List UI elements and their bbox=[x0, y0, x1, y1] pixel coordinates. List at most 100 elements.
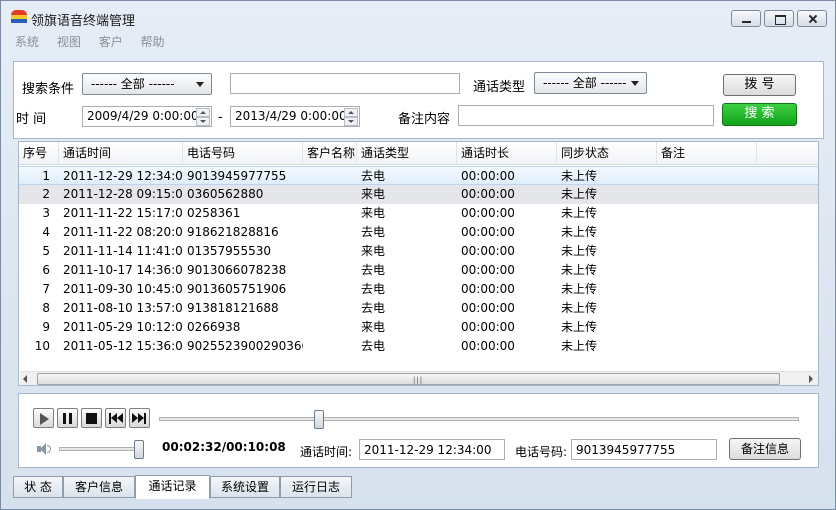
cell-phone: 0266938 bbox=[187, 320, 241, 334]
cell-index: 10 bbox=[34, 339, 50, 353]
phone-number-field[interactable] bbox=[571, 439, 717, 460]
search-keyword-input[interactable] bbox=[230, 73, 460, 94]
spin-down-icon[interactable] bbox=[344, 117, 358, 126]
cell-note bbox=[657, 318, 757, 337]
menu-customer[interactable]: 客户 bbox=[99, 33, 123, 50]
spin-down-icon[interactable] bbox=[196, 117, 210, 126]
col-header-index[interactable]: 序号 bbox=[19, 142, 59, 165]
cell-call-type: 去电 bbox=[361, 339, 386, 353]
cell-call-time: 2011-11-14 11:41:00 bbox=[63, 244, 183, 258]
cell-phone: 0258361 bbox=[187, 206, 241, 220]
cell-sync-status: 未上传 bbox=[561, 263, 598, 277]
search-condition-select[interactable]: ------ 全部 ------ bbox=[82, 73, 212, 95]
chevron-down-icon bbox=[631, 81, 639, 86]
tab-status[interactable]: 状 态 bbox=[13, 476, 63, 498]
col-header-phone[interactable]: 电话号码 bbox=[183, 142, 303, 165]
call-type-select[interactable]: ------ 全部 ------ bbox=[534, 72, 647, 94]
cell-customer bbox=[303, 167, 357, 186]
cell-call-type: 来电 bbox=[361, 206, 386, 220]
chevron-down-icon bbox=[196, 82, 204, 87]
cell-sync-status: 未上传 bbox=[561, 244, 598, 258]
call-type-label: 通话类型 bbox=[473, 80, 526, 95]
playback-progress-track[interactable] bbox=[159, 417, 799, 421]
cell-call-type: 去电 bbox=[361, 282, 386, 296]
col-header-customer[interactable]: 客户名称 bbox=[303, 142, 357, 165]
col-header-sync-status[interactable]: 同步状态 bbox=[557, 142, 657, 165]
call-type-value: ------ 全部 ------ bbox=[543, 76, 627, 90]
table-row[interactable]: 10 2011-05-12 15:36:00 9025523900290366 去电 0… bbox=[19, 337, 818, 356]
cell-note bbox=[657, 261, 757, 280]
time-to-input[interactable]: 2013/4/29 0:00:00 bbox=[230, 106, 360, 127]
cell-note bbox=[657, 167, 757, 186]
cell-call-time: 2011-09-30 10:45:00 bbox=[63, 282, 183, 296]
play-button[interactable] bbox=[33, 408, 54, 428]
spin-up-icon[interactable] bbox=[344, 108, 358, 117]
col-header-call-time[interactable]: 通话时间 bbox=[59, 142, 183, 165]
cell-duration: 00:00:00 bbox=[461, 263, 515, 277]
volume-handle[interactable] bbox=[134, 440, 144, 459]
table-row[interactable]: 4 2011-11-22 08:20:00 918621828816 去电 00:00:… bbox=[19, 223, 818, 242]
cell-call-type: 来电 bbox=[361, 320, 386, 334]
stop-button[interactable] bbox=[81, 408, 102, 428]
table-row[interactable]: 8 2011-08-10 13:57:00 913818121688 去电 00:00:… bbox=[19, 299, 818, 318]
time-from-spinner[interactable] bbox=[196, 108, 210, 126]
playback-progress-handle[interactable] bbox=[314, 410, 324, 429]
cell-sync-status: 未上传 bbox=[561, 320, 598, 334]
menu-help[interactable]: 帮助 bbox=[141, 33, 165, 50]
volume-track[interactable] bbox=[59, 447, 139, 451]
menu-system[interactable]: 系统 bbox=[15, 33, 39, 50]
note-info-button[interactable]: 备注信息 bbox=[729, 438, 801, 460]
table-row[interactable]: 1 2011-12-29 12:34:00 9013945977755 去电 00:00… bbox=[19, 166, 818, 185]
cell-duration: 00:00:00 bbox=[461, 206, 515, 220]
cell-customer bbox=[303, 185, 357, 204]
scrollbar-thumb[interactable]: ||| bbox=[37, 373, 780, 385]
table-row[interactable]: 2 2011-12-28 09:15:00 0360562880 来电 00:00:00… bbox=[19, 185, 818, 204]
cell-phone: 01357955530 bbox=[187, 244, 271, 258]
pause-button[interactable] bbox=[57, 408, 78, 428]
minimize-button[interactable] bbox=[731, 10, 761, 27]
time-from-input[interactable]: 2009/4/29 0:00:00 bbox=[82, 106, 212, 127]
table-row[interactable]: 6 2011-10-17 14:36:00 9013066078238 去电 00:00… bbox=[19, 261, 818, 280]
table-row[interactable]: 7 2011-09-30 10:45:00 9013605751906 去电 00:00… bbox=[19, 280, 818, 299]
col-header-note[interactable]: 备注 bbox=[657, 142, 757, 165]
scroll-left-icon[interactable] bbox=[23, 375, 27, 383]
tab-run-log[interactable]: 运行日志 bbox=[280, 476, 352, 498]
next-button[interactable] bbox=[129, 408, 150, 428]
cell-duration: 00:00:00 bbox=[461, 169, 515, 183]
volume-icon[interactable] bbox=[37, 443, 51, 455]
col-header-duration[interactable]: 通话时长 bbox=[457, 142, 557, 165]
table-row[interactable]: 9 2011-05-29 10:12:00 0266938 来电 00:00:00 未上传 bbox=[19, 318, 818, 337]
table-row[interactable]: 3 2011-11-22 15:17:00 0258361 来电 00:00:00 未上传 bbox=[19, 204, 818, 223]
maximize-button[interactable] bbox=[764, 10, 794, 27]
play-icon bbox=[40, 413, 49, 425]
cell-duration: 00:00:00 bbox=[461, 301, 515, 315]
time-to-spinner[interactable] bbox=[344, 108, 358, 126]
title-bar: 领旗语音终端管理 bbox=[1, 1, 835, 31]
tab-call-records[interactable]: 通话记录 bbox=[135, 475, 210, 499]
table-row[interactable]: 5 2011-11-14 11:41:00 01357955530 来电 00:00:0… bbox=[19, 242, 818, 261]
scroll-right-icon[interactable] bbox=[809, 375, 813, 383]
tab-customer-info[interactable]: 客户信息 bbox=[63, 476, 135, 498]
horizontal-scrollbar[interactable]: ||| bbox=[20, 371, 818, 385]
search-button[interactable]: 搜 索 bbox=[722, 103, 797, 126]
note-content-input[interactable] bbox=[458, 105, 714, 126]
col-header-call-type[interactable]: 通话类型 bbox=[357, 142, 457, 165]
cell-note bbox=[657, 223, 757, 242]
menu-view[interactable]: 视图 bbox=[57, 33, 81, 50]
cell-call-time: 2011-08-10 13:57:00 bbox=[63, 301, 183, 315]
cell-phone: 9013605751906 bbox=[187, 282, 287, 296]
previous-button[interactable] bbox=[105, 408, 126, 428]
cell-customer bbox=[303, 204, 357, 223]
spin-up-icon[interactable] bbox=[196, 108, 210, 117]
close-button[interactable] bbox=[797, 10, 827, 27]
cell-index: 4 bbox=[42, 225, 50, 239]
cell-call-time: 2011-11-22 08:20:00 bbox=[63, 225, 183, 239]
call-time-field[interactable] bbox=[359, 439, 505, 460]
dial-button[interactable]: 拨 号 bbox=[723, 74, 796, 96]
cell-duration: 00:00:00 bbox=[461, 225, 515, 239]
time-label: 时 间 bbox=[16, 112, 47, 127]
cell-call-time: 2011-12-29 12:34:00 bbox=[63, 169, 183, 183]
tab-system-settings[interactable]: 系统设置 bbox=[210, 476, 280, 498]
call-records-table: 序号 通话时间 电话号码 客户名称 通话类型 通话时长 同步状态 备注 1 201… bbox=[18, 141, 819, 386]
cell-index: 5 bbox=[42, 244, 50, 258]
